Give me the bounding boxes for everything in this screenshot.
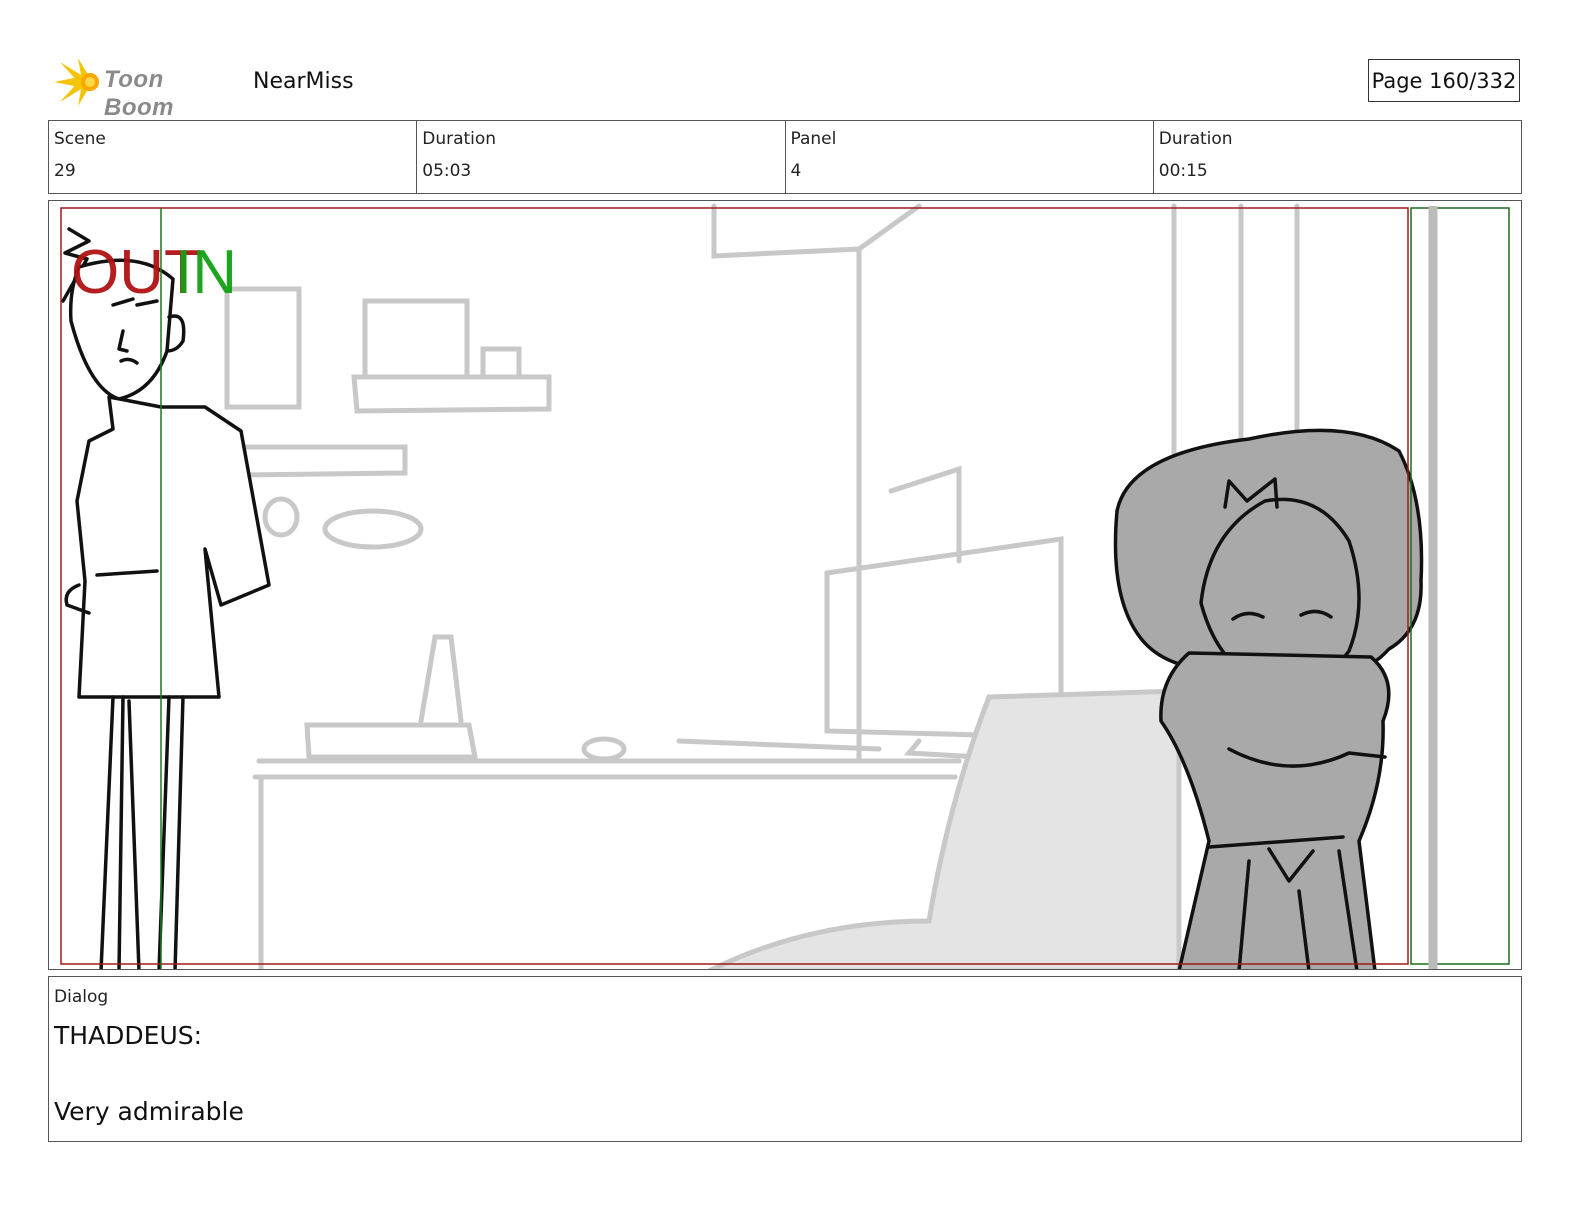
panel-label: Panel	[790, 129, 837, 149]
scene-duration-label: Duration	[422, 129, 497, 149]
dialog-line: Very admirable	[54, 1097, 244, 1126]
panel-duration-label: Duration	[1158, 129, 1233, 149]
panel-info-row: Scene 29 Duration 05:03 Panel 4 Duration…	[48, 120, 1522, 194]
scene-duration-value: 05:03	[422, 161, 472, 181]
logo-wordmark: Toon Boom	[104, 66, 174, 121]
dialog-speaker: THADDEUS:	[54, 1021, 203, 1050]
storyboard-panel: OUT IN	[48, 200, 1522, 970]
in-marker: IN	[175, 238, 237, 307]
scene-duration-cell: Duration 05:03	[417, 121, 786, 193]
dialog-box: Dialog THADDEUS: Very admirable	[48, 976, 1522, 1142]
thaddeus-figure-sketch	[61, 227, 271, 969]
scene-label: Scene	[54, 129, 106, 149]
panel-cell: Panel 4	[786, 121, 1154, 193]
panel-duration-cell: Duration 00:15	[1154, 121, 1521, 193]
panel-duration-value: 00:15	[1158, 161, 1208, 181]
toon-boom-logo: Toon Boom	[50, 56, 240, 121]
project-title: NearMiss	[253, 69, 354, 94]
scene-value: 29	[54, 161, 76, 181]
sun-burst-icon	[54, 58, 99, 106]
scene-cell: Scene 29	[49, 121, 418, 193]
panel-sketch: OUT IN	[60, 203, 1510, 969]
panel-value: 4	[790, 161, 802, 181]
dialog-label: Dialog	[54, 987, 109, 1007]
page-indicator: Page 160/332	[1368, 59, 1520, 102]
